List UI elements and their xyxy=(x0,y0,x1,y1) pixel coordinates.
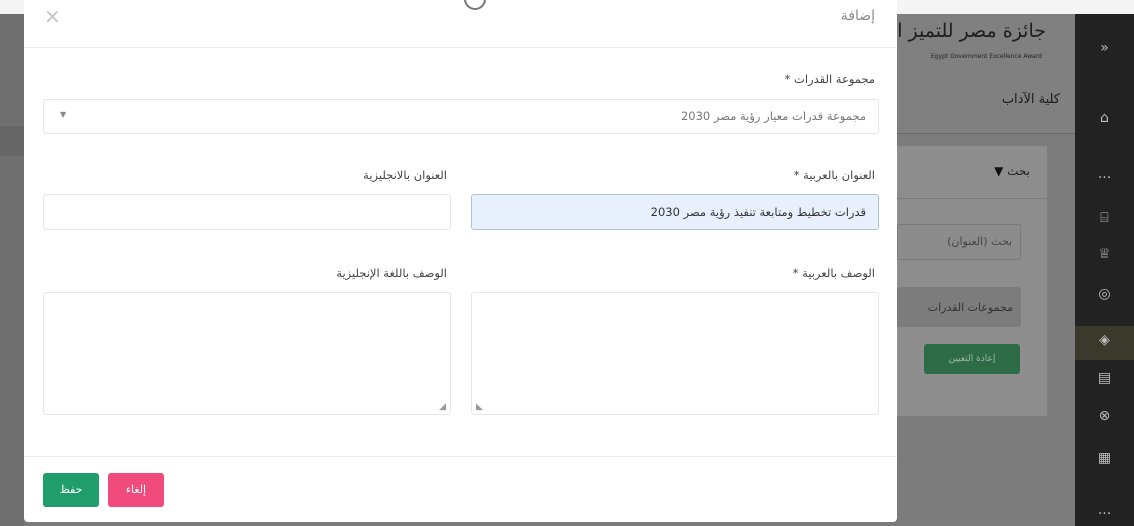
add-modal: إضافة × مجموعة القدرات * مجموعة قدرات مع… xyxy=(24,0,897,522)
sidebar-rail: » ⌂ ··· ⌸ ♕ ◎ ◈ ▤ ⊗ ▦ ··· xyxy=(1075,14,1134,526)
logo-award-text: Egypt Government Excellence Award xyxy=(930,53,1042,60)
resize-handle-icon[interactable]: ◣ xyxy=(476,402,483,412)
resize-handle-icon[interactable]: ◢ xyxy=(439,402,446,412)
title-english-label: العنوان بالانجليزية xyxy=(363,168,447,182)
bank-icon[interactable]: ⌸ xyxy=(1075,210,1134,226)
desc-arabic-textarea[interactable]: ◣ xyxy=(471,292,879,415)
save-button[interactable]: حفظ xyxy=(43,473,99,507)
logo: جائزة مصر للتميز الحكومي Egypt Governmen… xyxy=(833,20,1052,62)
cancel-button[interactable]: إلغاء xyxy=(108,473,164,507)
desc-english-textarea[interactable]: ◢ xyxy=(43,292,451,415)
layers-icon[interactable]: ◈ xyxy=(1075,332,1134,348)
desc-arabic-label: الوصف بالعربية * xyxy=(792,266,875,280)
faculty-name: كلية الآداب xyxy=(1001,92,1060,107)
report-icon[interactable]: ▦ xyxy=(1075,450,1134,466)
search-title: بحث ▼ xyxy=(910,164,1030,178)
capability-group-label: مجموعة القدرات * xyxy=(784,72,875,86)
capability-group-select[interactable]: مجموعة قدرات معيار رؤية مصر 2030 ▼ xyxy=(43,99,879,134)
close-circle-icon[interactable]: ⊗ xyxy=(1075,408,1134,424)
title-arabic-input[interactable]: قدرات تخطيط ومتابعة تنفيذ رؤية مصر 2030 xyxy=(471,194,879,230)
modal-footer-divider xyxy=(24,456,897,457)
trophy-icon[interactable]: ♕ xyxy=(1075,246,1134,262)
gauge-icon[interactable]: ◎ xyxy=(1075,286,1134,302)
dots-icon[interactable]: ··· xyxy=(1075,170,1134,186)
document-icon[interactable]: ▤ xyxy=(1075,370,1134,386)
search-card xyxy=(897,146,1047,416)
expand-chevron-icon[interactable]: » xyxy=(1075,40,1134,56)
desc-english-label: الوصف باللغة الإنجليزية xyxy=(336,266,447,280)
groups-select[interactable]: مجموعات القدرات xyxy=(897,287,1021,327)
search-input[interactable]: بحث (العنوان) xyxy=(897,224,1021,260)
home-icon[interactable]: ⌂ xyxy=(1075,110,1134,126)
modal-title: إضافة xyxy=(840,8,875,24)
title-arabic-label: العنوان بالعربية * xyxy=(793,168,875,182)
capability-group-value: مجموعة قدرات معيار رؤية مصر 2030 xyxy=(680,109,866,123)
title-arabic-value: قدرات تخطيط ومتابعة تنفيذ رؤية مصر 2030 xyxy=(650,205,866,219)
filter-icon: ▼ xyxy=(994,164,1004,178)
title-english-input[interactable] xyxy=(43,194,451,230)
search-title-label: بحث xyxy=(1007,164,1030,178)
more-icon[interactable]: ··· xyxy=(1075,506,1134,522)
modal-header: إضافة × xyxy=(24,0,897,48)
close-icon[interactable]: × xyxy=(44,6,61,26)
reset-button[interactable]: إعادة التعيين xyxy=(924,344,1020,374)
overlay-edge xyxy=(0,14,24,526)
chevron-down-icon: ▼ xyxy=(60,110,67,119)
